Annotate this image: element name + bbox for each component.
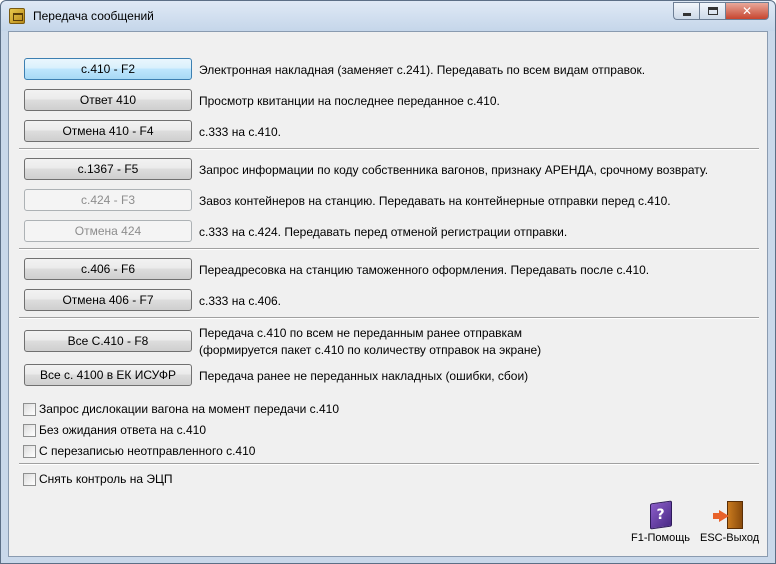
overwrite-checkbox-label[interactable]: С перезаписью неотправленного с.410	[39, 444, 255, 458]
close-button[interactable]: ✕	[725, 2, 769, 20]
dislocation-checkbox-row[interactable]: Запрос дислокации вагона на момент перед…	[23, 401, 339, 417]
all-s4100-button[interactable]: Все с. 4100 в ЕК ИСУФР	[24, 364, 192, 386]
all-s410-description: Передача с.410 по всем не переданным ран…	[199, 326, 522, 340]
cancel-424-button[interactable]: Отмена 424	[24, 220, 192, 242]
cancel-406-button[interactable]: Отмена 406 - F7	[24, 289, 192, 311]
dislocation-checkbox[interactable]	[23, 402, 36, 416]
all-s410-description-line2: (формируется пакет с.410 по количеству о…	[199, 343, 542, 357]
window-title: Передача сообщений	[33, 9, 154, 23]
no-wait-checkbox-label[interactable]: Без ожидания ответа на с.410	[39, 423, 206, 437]
no-wait-checkbox-row[interactable]: Без ожидания ответа на с.410	[23, 422, 206, 438]
s1367-button[interactable]: с.1367 - F5	[24, 158, 192, 180]
s410-description: Электронная накладная (заменяет с.241). …	[199, 63, 646, 77]
no-wait-checkbox[interactable]	[23, 423, 36, 437]
main-window: Передача сообщений ✕ с.410 - F2 Электрон…	[0, 0, 776, 564]
client-area: с.410 - F2 Электронная накладная (заменя…	[8, 31, 768, 557]
exit-label: ESC-Выход	[700, 532, 760, 544]
all-s4100-description: Передача ранее не переданных накладных (…	[199, 369, 529, 383]
cancel-410-button[interactable]: Отмена 410 - F4	[24, 120, 192, 142]
s1367-description: Запрос информации по коду собственника в…	[199, 163, 709, 177]
cancel-424-description: с.333 на с.424. Передавать перед отменой…	[199, 225, 568, 239]
commands-panel: с.410 - F2 Электронная накладная (заменя…	[9, 32, 767, 492]
s406-button[interactable]: с.406 - F6	[24, 258, 192, 280]
app-icon	[9, 8, 25, 24]
answer-410-description: Просмотр квитанции на последнее переданн…	[199, 94, 500, 108]
separator	[19, 463, 759, 465]
ecp-checkbox[interactable]	[23, 472, 36, 486]
maximize-icon	[707, 7, 718, 15]
separator	[19, 148, 759, 150]
ecp-checkbox-label[interactable]: Снять контроль на ЭЦП	[39, 472, 173, 486]
help-button[interactable]: ? F1-Помощь	[631, 500, 690, 544]
minimize-icon	[682, 12, 691, 16]
s424-description: Завоз контейнеров на станцию. Передавать…	[199, 194, 671, 208]
s406-description: Переадресовка на станцию таможенного офо…	[199, 263, 650, 277]
help-book-icon: ?	[647, 500, 675, 530]
cancel-406-description: с.333 на с.406.	[199, 294, 282, 308]
ecp-checkbox-row[interactable]: Снять контроль на ЭЦП	[23, 471, 173, 487]
exit-door-icon	[712, 500, 747, 530]
exit-button[interactable]: ESC-Выход	[700, 500, 759, 544]
separator	[19, 248, 759, 250]
close-icon: ✕	[741, 4, 753, 18]
maximize-button[interactable]	[699, 2, 725, 20]
window-controls: ✕	[673, 2, 769, 20]
answer-410-button[interactable]: Ответ 410	[24, 89, 192, 111]
separator	[19, 317, 759, 319]
cancel-410-description: с.333 на с.410.	[199, 125, 282, 139]
overwrite-checkbox[interactable]	[23, 444, 36, 458]
dislocation-checkbox-label[interactable]: Запрос дислокации вагона на момент перед…	[39, 402, 339, 416]
s410-button[interactable]: с.410 - F2	[24, 58, 192, 80]
overwrite-checkbox-row[interactable]: С перезаписью неотправленного с.410	[23, 443, 255, 459]
s424-button[interactable]: с.424 - F3	[24, 189, 192, 211]
all-s410-button[interactable]: Все С.410 - F8	[24, 330, 192, 352]
help-label: F1-Помощь	[631, 532, 690, 544]
minimize-button[interactable]	[673, 2, 699, 20]
title-bar[interactable]: Передача сообщений ✕	[1, 1, 775, 31]
